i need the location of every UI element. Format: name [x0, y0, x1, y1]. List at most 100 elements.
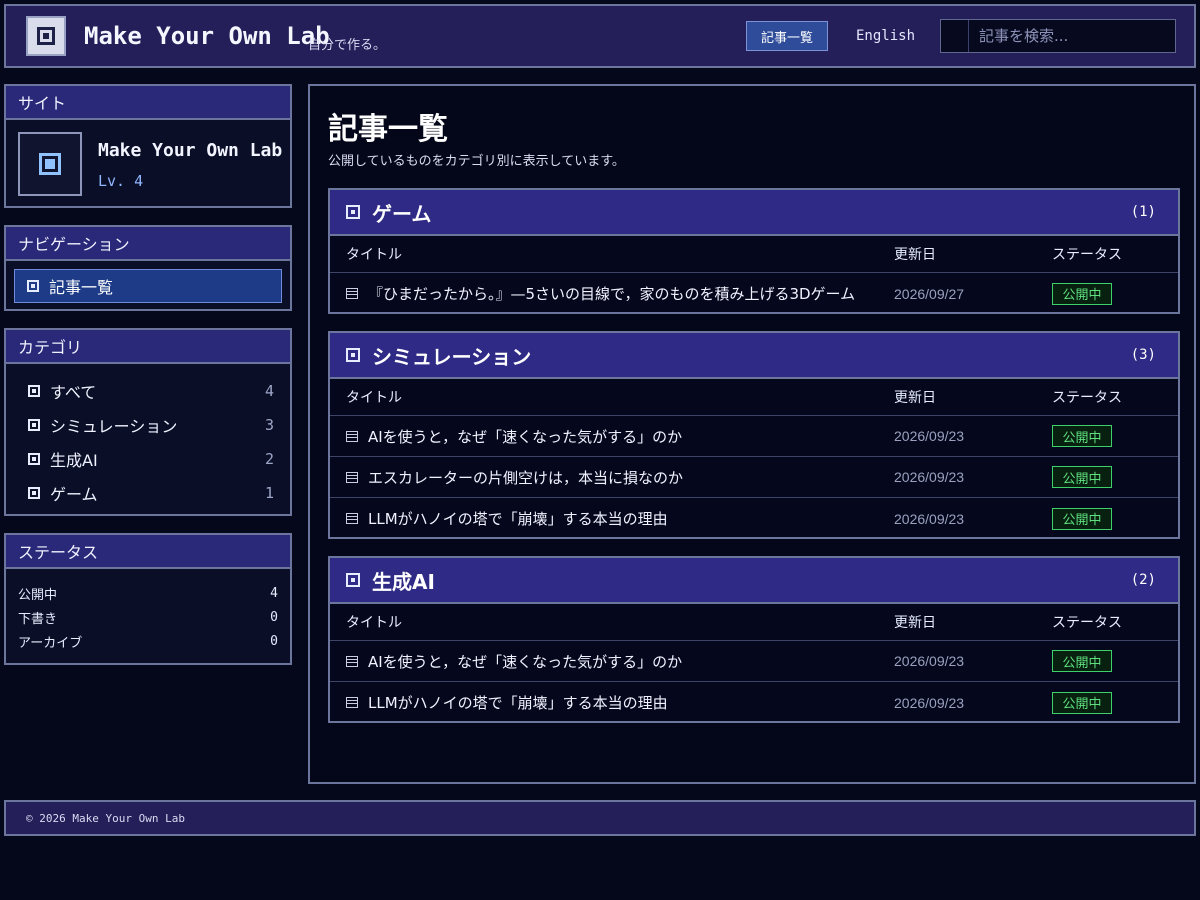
site-footer: © 2026 Make Your Own Lab — [4, 800, 1196, 836]
site-tagline: 自分で作る。 — [308, 38, 387, 53]
site-title[interactable]: Make Your Own Lab — [84, 22, 330, 50]
site-panel: サイト Make Your Own Lab Lv. 4 — [4, 84, 292, 208]
column-header-title: タイトル — [346, 390, 402, 406]
section-title: シミュレーション — [372, 344, 532, 369]
category-panel-heading: カテゴリ — [6, 330, 290, 364]
column-header-title: タイトル — [346, 247, 402, 263]
status-label: アーカイブ — [18, 635, 83, 651]
category-count: 3 — [264, 416, 274, 434]
search-icon[interactable] — [941, 20, 969, 52]
status-item-published: 公開中 4 — [18, 581, 278, 605]
copyright-text: © 2026 Make Your Own Lab — [26, 811, 185, 825]
document-icon — [346, 430, 358, 442]
square-logo-icon[interactable] — [26, 16, 66, 56]
sidebar-item-articles[interactable]: 記事一覧 — [14, 269, 282, 303]
section-title: 生成AI — [372, 569, 435, 594]
article-title-link[interactable]: エスカレーターの片側空けは，本当に損なのか — [346, 467, 683, 488]
app-root: Make Your Own Lab 自分で作る。 記事一覧 English サイ… — [0, 0, 1200, 900]
article-title: AIを使うと，なぜ「速くなった気がする」のか — [368, 427, 683, 446]
category-label: ゲーム — [50, 485, 98, 504]
article-date: 2026/09/23 — [894, 694, 965, 711]
category-item-simulation[interactable]: シミュレーション 3 — [28, 408, 274, 442]
table-row[interactable]: LLMがハノイの塔で「崩壊」する本当の理由 2026/09/23 公開中 — [330, 682, 1178, 723]
section-header: シミュレーション (3) — [330, 333, 1178, 379]
document-icon — [346, 471, 358, 483]
column-header-status: ステータス — [1052, 615, 1122, 631]
table-row[interactable]: AIを使うと，なぜ「速くなった気がする」のか 2026/09/23 公開中 — [330, 416, 1178, 457]
navigation-panel: ナビゲーション 記事一覧 — [4, 225, 292, 311]
column-header-date: 更新日 — [894, 247, 936, 263]
status-list: 公開中 4 下書き 0 アーカイブ 0 — [18, 581, 278, 653]
document-icon — [346, 288, 358, 299]
table-row[interactable]: LLMがハノイの塔で「崩壊」する本当の理由 2026/09/23 公開中 — [330, 498, 1178, 539]
section-count: (3) — [1130, 347, 1156, 363]
article-title: LLMがハノイの塔で「崩壊」する本当の理由 — [368, 510, 668, 528]
navigation-panel-heading: ナビゲーション — [6, 227, 290, 261]
article-date: 2026/09/23 — [894, 653, 965, 669]
category-count: 4 — [264, 382, 274, 400]
article-date: 2026/09/27 — [894, 285, 965, 302]
article-status: 公開中 — [1052, 691, 1112, 714]
category-section-simulation: シミュレーション (3) タイトル 更新日 ステータス AIを使うと，なぜ「速く… — [328, 331, 1180, 539]
status-badge: 公開中 — [1052, 650, 1112, 672]
document-icon — [346, 655, 358, 667]
table-row[interactable]: 『ひまだったから。』—5さいの目線で，家のものを積み上げる3Dゲーム 2026/… — [330, 273, 1178, 314]
articles-nav-button[interactable]: 記事一覧 — [746, 21, 828, 51]
status-panel-heading: ステータス — [6, 535, 290, 569]
table-header-row: タイトル 更新日 ステータス — [330, 236, 1178, 273]
section-header: 生成AI (2) — [330, 558, 1178, 604]
category-item-all[interactable]: すべて 4 — [28, 374, 274, 408]
column-header-title: タイトル — [346, 615, 402, 631]
article-title-link[interactable]: LLMがハノイの塔で「崩壊」する本当の理由 — [346, 508, 668, 529]
table-header-row: タイトル 更新日 ステータス — [330, 379, 1178, 416]
square-bullet-icon — [346, 205, 360, 219]
square-bullet-icon — [27, 280, 39, 292]
status-badge: 公開中 — [1052, 691, 1112, 714]
article-title: 『ひまだったから。』—5さいの目線で，家のものを積み上げる3Dゲーム — [368, 285, 856, 303]
article-title: エスカレーターの片側空けは，本当に損なのか — [368, 468, 684, 487]
article-title: AIを使うと，なぜ「速くなった気がする」のか — [368, 652, 683, 671]
page-description: 公開しているものをカテゴリ別に表示しています。 — [328, 154, 625, 169]
article-date: 2026/09/23 — [894, 428, 965, 444]
article-status: 公開中 — [1052, 466, 1112, 488]
section-header: ゲーム (1) — [330, 190, 1178, 236]
article-status: 公開中 — [1052, 282, 1112, 305]
article-title: LLMがハノイの塔で「崩壊」する本当の理由 — [368, 694, 668, 712]
column-header-date: 更新日 — [894, 390, 936, 406]
category-count: 1 — [264, 484, 274, 502]
category-item-game[interactable]: ゲーム 1 — [28, 476, 274, 510]
table-row[interactable]: AIを使うと，なぜ「速くなった気がする」のか 2026/09/23 公開中 — [330, 641, 1178, 682]
page-title: 記事一覧 — [328, 112, 448, 147]
status-label: 下書き — [18, 611, 58, 627]
article-title-link[interactable]: AIを使うと，なぜ「速くなった気がする」のか — [346, 426, 682, 447]
category-section-game: ゲーム (1) タイトル 更新日 ステータス 『ひまだったから。』—5さいの目線… — [328, 188, 1180, 314]
section-title: ゲーム — [372, 201, 432, 226]
article-status: 公開中 — [1052, 425, 1112, 447]
document-icon — [346, 513, 358, 524]
article-title-link[interactable]: LLMがハノイの塔で「崩壊」する本当の理由 — [346, 692, 668, 713]
table-row[interactable]: エスカレーターの片側空けは，本当に損なのか 2026/09/23 公開中 — [330, 457, 1178, 498]
article-title-link[interactable]: AIを使うと，なぜ「速くなった気がする」のか — [346, 651, 682, 672]
article-status: 公開中 — [1052, 507, 1112, 530]
status-count: 4 — [270, 585, 278, 601]
status-count: 0 — [270, 633, 278, 649]
category-panel: カテゴリ すべて 4 シミュレーション 3 生成AI 2 ゲーム 1 — [4, 328, 292, 516]
article-title-link[interactable]: 『ひまだったから。』—5さいの目線で，家のものを積み上げる3Dゲーム — [346, 283, 855, 304]
category-list: すべて 4 シミュレーション 3 生成AI 2 ゲーム 1 — [28, 374, 274, 510]
category-label: すべて — [50, 383, 97, 402]
status-panel: ステータス 公開中 4 下書き 0 アーカイブ 0 — [4, 533, 292, 665]
search-input[interactable] — [969, 20, 1175, 52]
column-header-status: ステータス — [1052, 247, 1122, 263]
table-header-row: タイトル 更新日 ステータス — [330, 604, 1178, 641]
category-label: シミュレーション — [50, 417, 178, 436]
column-header-status: ステータス — [1052, 390, 1122, 406]
square-bullet-icon — [28, 453, 40, 465]
sidebar-item-label: 記事一覧 — [49, 278, 114, 297]
language-link-english[interactable]: English — [856, 28, 915, 44]
article-status: 公開中 — [1052, 650, 1112, 672]
status-badge: 公開中 — [1052, 466, 1112, 488]
category-item-generative-ai[interactable]: 生成AI 2 — [28, 442, 274, 476]
category-section-generative-ai: 生成AI (2) タイトル 更新日 ステータス AIを使うと，なぜ「速くなった気… — [328, 556, 1180, 723]
avatar — [18, 132, 82, 196]
status-badge: 公開中 — [1052, 425, 1112, 447]
